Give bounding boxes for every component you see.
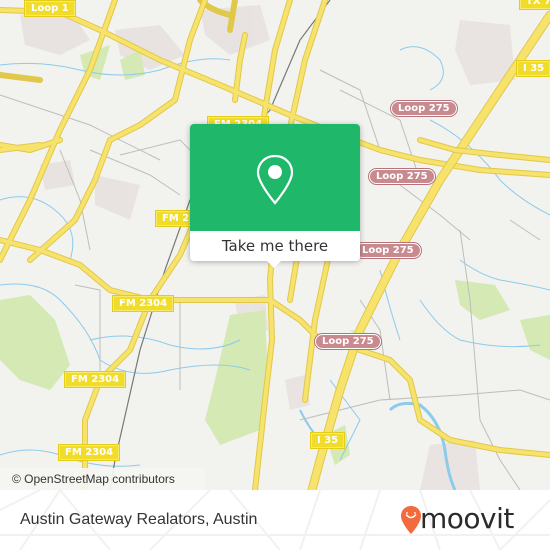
- popup-header: [190, 124, 360, 231]
- road-label-loop-275: Loop 275: [315, 334, 381, 349]
- location-popup: Take me there: [190, 124, 360, 268]
- place-name: Austin Gateway Realators, Austin: [20, 511, 258, 528]
- road-label-loop-275: Loop 275: [369, 169, 435, 184]
- road-label-fm-2304: FM 2304: [113, 296, 174, 311]
- moovit-wordmark: moovit: [420, 502, 514, 535]
- map-view[interactable]: Loop 1 FM 2304 FM 23 FM 2304 FM 2304 FM …: [0, 0, 550, 490]
- road-label-loop-1: Loop 1: [25, 1, 75, 16]
- road-label-fm-2304: FM 2304: [65, 372, 126, 387]
- road-label-i-35: I 35: [517, 61, 550, 76]
- moovit-logo[interactable]: moovit: [400, 502, 540, 537]
- road-label-fm-2304: FM 2304: [59, 445, 120, 460]
- road-label-tx-71: TX 71: [520, 0, 550, 9]
- map-attribution[interactable]: © OpenStreetMap contributors: [0, 468, 205, 490]
- road-label-i-35: I 35: [311, 433, 345, 448]
- map-pin-icon: [256, 154, 294, 205]
- moovit-smiley-pin-icon: [401, 506, 421, 534]
- road-label-loop-275: Loop 275: [355, 243, 421, 258]
- take-me-there-button[interactable]: Take me there: [190, 231, 360, 261]
- popup-pointer: [265, 259, 283, 268]
- road-label-loop-275: Loop 275: [391, 101, 457, 116]
- footer-bar: Austin Gateway Realators, Austin moovit: [0, 490, 550, 550]
